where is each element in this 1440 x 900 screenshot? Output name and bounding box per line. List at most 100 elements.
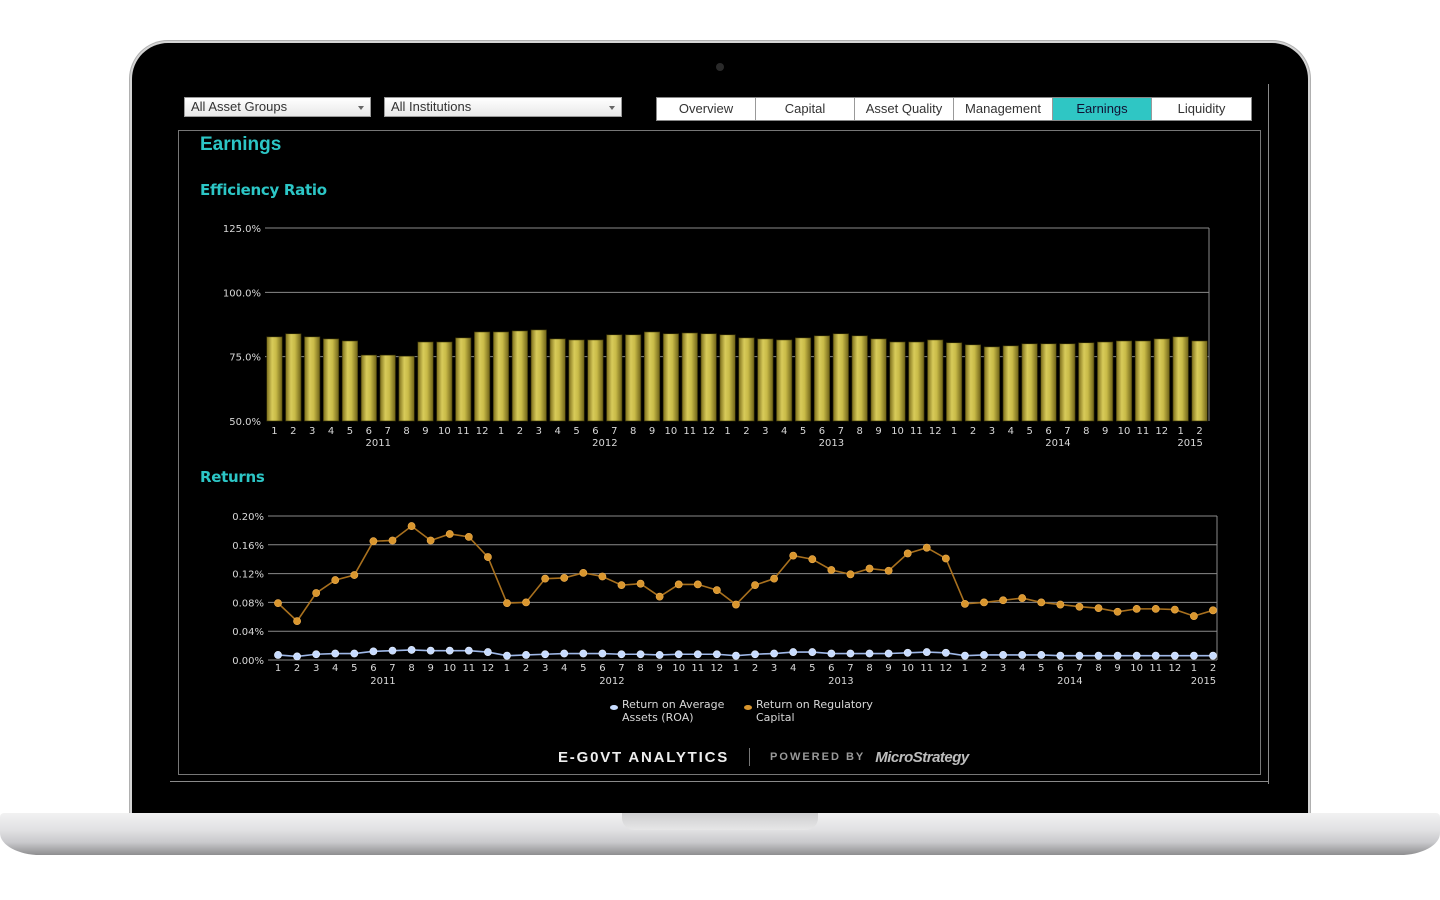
- data-point: [1209, 606, 1217, 615]
- x-tick-label: 12: [711, 663, 724, 674]
- data-point: [1094, 651, 1103, 660]
- data-point: [827, 649, 836, 658]
- x-tick-label: 4: [1019, 663, 1025, 674]
- data-point: [350, 649, 359, 658]
- data-point: [884, 649, 893, 658]
- data-point: [980, 651, 988, 659]
- footer-divider: [749, 748, 751, 766]
- y-tick-label: 0.04%: [232, 627, 264, 638]
- data-point: [1056, 600, 1065, 609]
- data-point: [1151, 651, 1160, 660]
- data-point: [674, 580, 683, 589]
- data-point: [808, 648, 817, 656]
- x-tick-label: 6: [1057, 663, 1063, 674]
- data-point: [865, 649, 874, 658]
- x-tick-label: 1: [1191, 663, 1197, 674]
- x-tick-label: 3: [1000, 663, 1006, 674]
- data-point: [693, 650, 702, 659]
- data-point: [1094, 604, 1103, 613]
- year-label: 2014: [1057, 676, 1082, 687]
- data-point: [1037, 598, 1046, 607]
- x-tick-label: 5: [580, 663, 586, 674]
- data-point: [350, 571, 359, 579]
- data-point: [541, 574, 550, 583]
- data-point: [331, 576, 340, 584]
- data-point: [426, 536, 435, 545]
- data-point: [464, 646, 473, 655]
- data-point: [808, 555, 817, 564]
- data-point: [827, 566, 836, 574]
- data-point: [522, 651, 530, 659]
- data-point: [884, 566, 893, 575]
- x-tick-label: 4: [332, 663, 338, 674]
- y-tick-label: 0.12%: [232, 570, 264, 581]
- data-point: [617, 650, 626, 659]
- x-tick-label: 6: [599, 663, 605, 674]
- y-tick-label: 0.00%: [232, 656, 264, 667]
- data-point: [560, 649, 569, 658]
- data-point: [1037, 651, 1046, 659]
- x-tick-label: 10: [1130, 663, 1143, 674]
- data-point: [312, 650, 321, 659]
- data-point: [789, 648, 798, 656]
- data-point: [293, 652, 301, 661]
- data-point: [1209, 651, 1217, 660]
- x-tick-label: 1: [733, 663, 739, 674]
- x-tick-label: 2: [1210, 663, 1216, 674]
- data-point: [941, 648, 950, 657]
- data-point: [636, 579, 645, 588]
- data-point: [426, 646, 435, 655]
- data-point: [941, 554, 950, 563]
- y-tick-label: 0.08%: [232, 598, 264, 609]
- data-point: [846, 570, 855, 579]
- x-tick-label: 1: [962, 663, 968, 674]
- x-tick-label: 7: [1076, 663, 1082, 674]
- data-point: [483, 553, 492, 561]
- x-tick-label: 3: [771, 663, 777, 674]
- x-tick-label: 12: [939, 663, 952, 674]
- year-label: 2015: [1191, 676, 1216, 687]
- data-point: [751, 650, 759, 659]
- data-point: [1151, 604, 1160, 613]
- x-tick-label: 10: [443, 663, 456, 674]
- data-point: [636, 650, 645, 659]
- x-tick-label: 12: [482, 663, 495, 674]
- x-tick-label: 5: [351, 663, 357, 674]
- data-point: [999, 596, 1008, 605]
- data-point: [388, 536, 397, 545]
- x-tick-label: 4: [561, 663, 567, 674]
- x-tick-label: 2: [294, 663, 300, 674]
- x-tick-label: 5: [1038, 663, 1044, 674]
- data-point: [655, 592, 664, 601]
- data-point: [541, 650, 550, 659]
- legend-label: Return on Average: [622, 698, 725, 711]
- legend-item-rorc: Return on Regulatory Capital: [744, 698, 873, 724]
- x-tick-label: 11: [691, 663, 704, 674]
- data-point: [1170, 605, 1179, 614]
- year-label: 2012: [599, 676, 624, 687]
- data-point: [789, 551, 798, 560]
- data-point: [1075, 602, 1084, 611]
- x-tick-label: 12: [1168, 663, 1181, 674]
- data-point: [961, 599, 969, 608]
- vendor-logo: MicroStrategy: [875, 748, 969, 766]
- data-point: [712, 586, 721, 595]
- data-point: [961, 651, 969, 660]
- x-tick-label: 11: [462, 663, 475, 674]
- x-tick-label: 2: [523, 663, 529, 674]
- data-point: [999, 651, 1008, 659]
- data-point: [407, 646, 416, 654]
- year-label: 2013: [828, 676, 853, 687]
- data-point: [522, 598, 530, 607]
- legend-item-roa: Return on Average Assets (ROA): [610, 698, 725, 724]
- data-point: [274, 599, 282, 608]
- data-point: [1170, 651, 1179, 660]
- x-tick-label: 8: [637, 663, 643, 674]
- data-point: [331, 649, 340, 658]
- data-point: [312, 589, 321, 597]
- data-point: [903, 648, 912, 657]
- data-point: [579, 568, 588, 577]
- x-tick-label: 9: [427, 663, 433, 674]
- data-point: [922, 543, 931, 552]
- data-point: [388, 646, 397, 655]
